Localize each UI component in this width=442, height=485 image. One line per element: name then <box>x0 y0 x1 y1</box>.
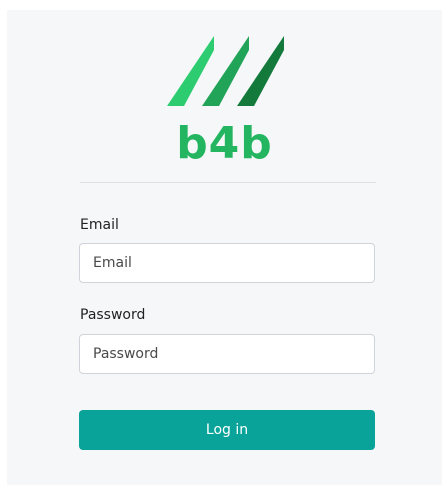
email-label: Email <box>80 217 119 233</box>
brand-name: b4b <box>176 118 273 169</box>
logo: b4b <box>7 36 442 186</box>
password-label: Password <box>80 307 146 323</box>
logo-stripe-1 <box>167 36 214 106</box>
login-button[interactable]: Log in <box>79 410 375 450</box>
divider <box>80 182 376 183</box>
password-input[interactable] <box>79 334 375 374</box>
email-input[interactable] <box>79 243 375 283</box>
login-panel: b4b Email Password Log in <box>7 10 442 485</box>
b4b-stripes-logo-icon <box>167 36 284 106</box>
